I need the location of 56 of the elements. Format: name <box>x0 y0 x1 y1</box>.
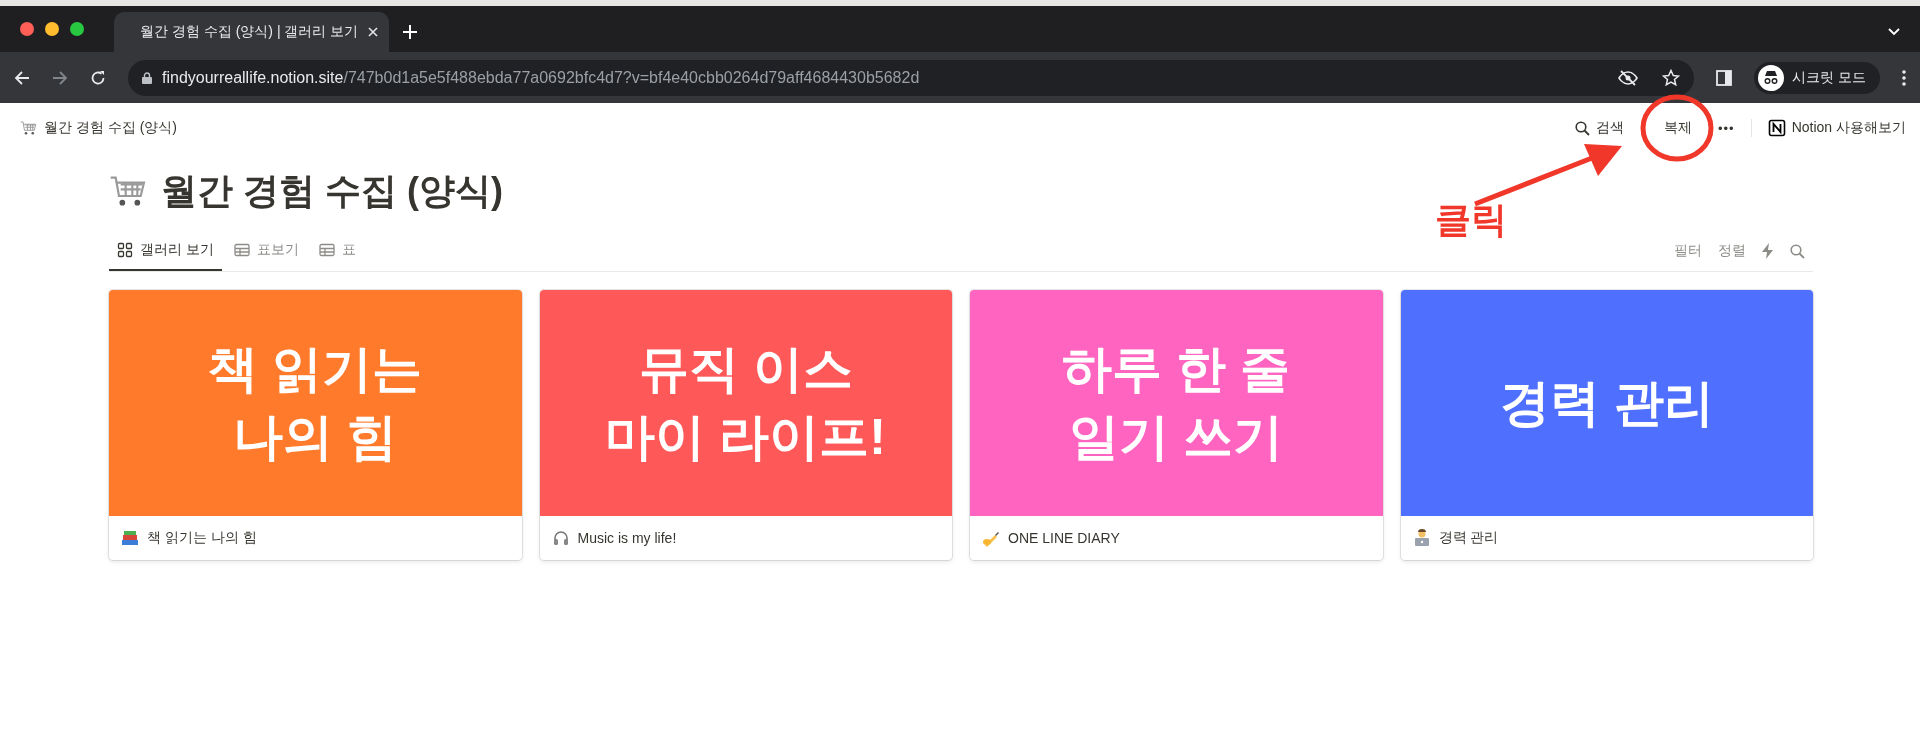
eye-off-icon[interactable] <box>1618 69 1639 86</box>
star-icon[interactable] <box>1662 68 1681 87</box>
minimize-window-button[interactable] <box>45 22 59 36</box>
headphones-icon <box>551 529 570 547</box>
search-button[interactable]: 검색 <box>1575 119 1624 137</box>
duplicate-button[interactable]: 복제 <box>1664 119 1692 137</box>
side-panel-icon[interactable] <box>1716 69 1733 86</box>
gallery-icon <box>117 242 133 258</box>
more-button[interactable]: ••• <box>1718 120 1735 136</box>
card-title: ONE LINE DIARY <box>1008 530 1120 546</box>
cover-text: 경력 관리 <box>1499 374 1714 433</box>
incognito-icon <box>1758 64 1785 91</box>
cover-text: 일기 쓰기 <box>1069 408 1284 467</box>
gallery-card[interactable]: 책 읽기는 나의 힘 책 읽기는 나의 힘 <box>109 290 522 560</box>
browser-tab[interactable]: 월간 경험 수집 (양식) | 갤러리 보기 <box>114 12 389 52</box>
close-tab-icon[interactable] <box>368 27 379 37</box>
cover-text: 하루 한 줄 <box>1062 340 1291 399</box>
tab-title: 월간 경험 수집 (양식) | 갤러리 보기 <box>140 23 359 41</box>
url-text: findyourreallife.notion.site/747b0d1a5e5f488ebda77a0692bfc4d7?v=bf4e40cbb0264d79aff4684430b5682d <box>162 68 921 87</box>
person-at-computer-icon <box>1412 529 1431 547</box>
table-icon <box>318 242 335 258</box>
search-icon <box>1790 243 1805 259</box>
maximize-window-button[interactable] <box>70 22 84 36</box>
sort-button[interactable]: 정렬 <box>1710 231 1754 271</box>
cover-text: 마이 라이프! <box>605 408 886 467</box>
reload-icon[interactable] <box>90 69 106 86</box>
card-title: 책 읽기는 나의 힘 <box>147 529 257 547</box>
notion-logo-icon <box>1767 119 1786 137</box>
annotation-label: 클릭 <box>1435 198 1507 242</box>
view-tab[interactable]: 갤러리 보기 <box>109 231 222 271</box>
shopping-cart-icon <box>20 119 38 137</box>
incognito-profile-button[interactable]: 시크릿 모드 <box>1754 61 1880 94</box>
gallery-card[interactable]: 하루 한 줄 일기 쓰기 ONE LINE DIARY <box>970 290 1383 560</box>
address-bar[interactable]: findyourreallife.notion.site/747b0d1a5e5f488ebda77a0692bfc4d7?v=bf4e40cbb0264d79aff4684430b5682d <box>128 59 1695 96</box>
view-tab[interactable]: 표보기 <box>225 231 307 271</box>
back-icon[interactable] <box>14 69 30 86</box>
search-icon <box>1575 120 1590 136</box>
cover-text: 나의 힘 <box>233 408 398 467</box>
writing-hand-icon <box>982 529 1000 547</box>
more-vertical-icon[interactable] <box>1902 69 1906 86</box>
try-notion-button[interactable]: Notion 사용해보기 <box>1767 119 1906 137</box>
page-title: 월간 경험 수집 (양식) <box>161 168 503 213</box>
gallery-card[interactable]: 경력 관리 경력 관리 <box>1400 290 1813 560</box>
lock-icon <box>142 71 152 84</box>
cover-text: 뮤직 이스 <box>638 340 853 399</box>
breadcrumb[interactable]: 월간 경험 수집 (양식) <box>20 119 177 137</box>
cover-text: 책 읽기는 <box>208 340 423 399</box>
close-window-button[interactable] <box>20 22 34 36</box>
card-title: Music is my life! <box>577 530 677 546</box>
forward-icon[interactable] <box>52 69 68 86</box>
gallery-card[interactable]: 뮤직 이스 마이 라이프! Music is my life! <box>539 290 952 560</box>
card-title: 경력 관리 <box>1438 529 1499 547</box>
lightning-icon <box>1762 243 1774 259</box>
books-icon <box>121 529 139 547</box>
table-icon <box>233 242 250 258</box>
view-tab[interactable]: 표 <box>310 231 364 271</box>
